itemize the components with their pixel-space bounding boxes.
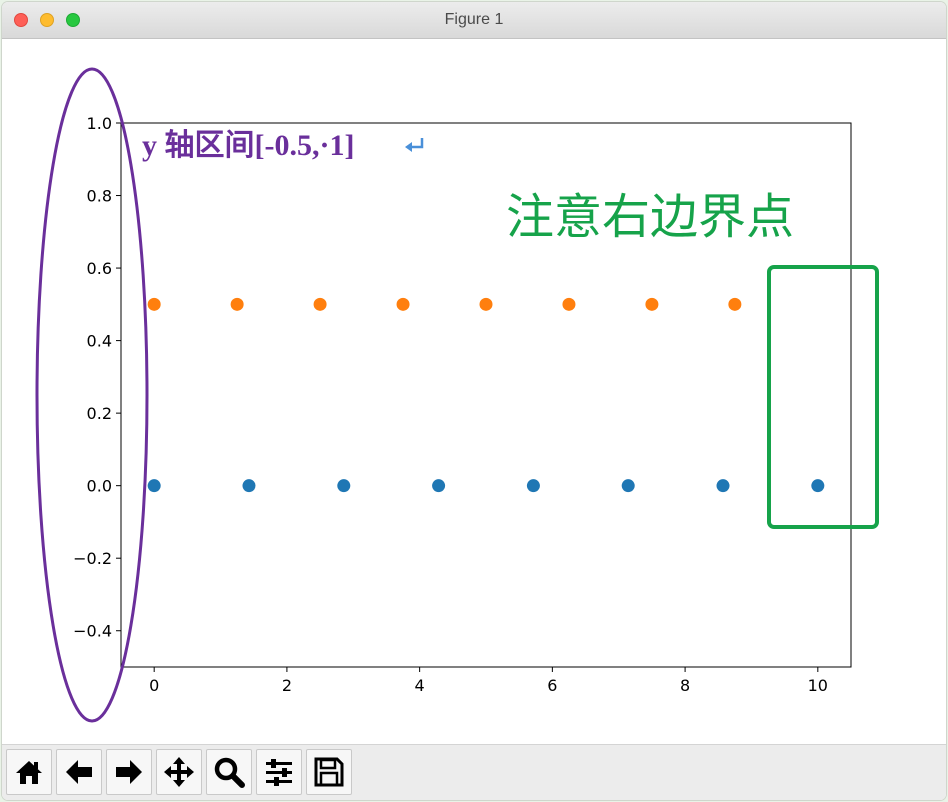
arrow-right-icon: [116, 760, 142, 784]
y-range-annotation: y 轴区间[-0.5,·1]: [142, 129, 354, 162]
magnifier-icon: [214, 757, 245, 788]
x-tick-label: 10: [808, 676, 828, 695]
scatter-point: [230, 297, 244, 311]
right-boundary-annotation: 注意右边界点: [506, 189, 794, 245]
scatter-point: [562, 297, 576, 311]
scatter-point: [396, 297, 410, 311]
x-tick-label: 4: [415, 676, 425, 695]
save-button[interactable]: [306, 749, 352, 795]
scatter-point: [432, 479, 446, 493]
home-button[interactable]: [6, 749, 52, 795]
y-tick-label: 1.0: [87, 114, 112, 133]
forward-button[interactable]: [106, 749, 152, 795]
scatter-point: [526, 479, 540, 493]
navigation-toolbar: [2, 744, 946, 800]
back-button[interactable]: [56, 749, 102, 795]
configure-subplots-button[interactable]: [256, 749, 302, 795]
sliders-icon: [266, 759, 292, 786]
y-tick-label: −0.4: [73, 622, 112, 641]
floppy-disk-icon: [314, 757, 344, 787]
x-tick-label: 2: [282, 676, 292, 695]
figure-window: Figure 1 0 2 4 6 8 10 −0.4 −0.2 0.0 0.2 0.4 0.6 0.8 1…: [2, 2, 946, 800]
zoom-button[interactable]: [206, 749, 252, 795]
scatter-point: [811, 479, 825, 493]
figure-canvas: 0 2 4 6 8 10 −0.4 −0.2 0.0 0.2 0.4 0.6 0.8 1.0 y 轴区间[…: [2, 39, 946, 743]
move-icon: [164, 757, 194, 787]
y-tick-label: 0.0: [87, 477, 112, 496]
x-tick-label: 0: [149, 676, 159, 695]
scatter-point: [645, 297, 659, 311]
window-title: Figure 1: [444, 11, 504, 28]
y-tick-label: 0.4: [87, 332, 112, 351]
scatter-point: [621, 479, 635, 493]
y-tick-label: 0.2: [87, 404, 112, 423]
y-tick-label: 0.8: [87, 187, 112, 206]
scatter-point: [242, 479, 256, 493]
scatter-point: [716, 479, 730, 493]
home-icon: [16, 761, 42, 784]
scatter-point: [337, 479, 351, 493]
y-tick-label: 0.6: [87, 259, 112, 278]
x-tick-label: 6: [547, 676, 557, 695]
scatter-point: [147, 297, 161, 311]
scatter-point: [313, 297, 327, 311]
x-tick-label: 8: [680, 676, 690, 695]
scatter-point: [479, 297, 493, 311]
pan-button[interactable]: [156, 749, 202, 795]
arrow-left-icon: [66, 760, 92, 784]
title-bar: Figure 1: [2, 2, 946, 39]
scatter-point: [728, 297, 742, 311]
y-tick-label: −0.2: [73, 549, 112, 568]
scatter-point: [147, 479, 161, 493]
